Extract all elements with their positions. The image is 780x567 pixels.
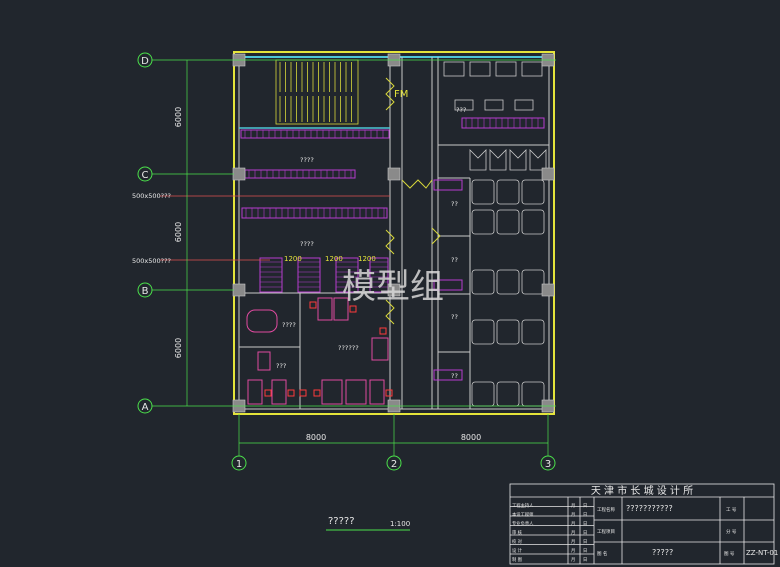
row1-month: 月	[571, 503, 575, 509]
structural-column	[541, 167, 555, 181]
drawing-label: 图 名	[597, 550, 607, 557]
row6-month: 月	[571, 548, 575, 554]
cad-drawing-canvas: D C B A 1 2 3 6000 6000 6000 8000 8000 ?…	[0, 0, 780, 567]
room-label-9: ??	[451, 313, 458, 321]
duct-width-2: 1200	[325, 255, 343, 263]
svg-text:A: A	[142, 402, 149, 413]
role-5: 校 对	[512, 538, 523, 545]
room-label-8: ??	[451, 256, 458, 264]
row6-day: 日	[583, 548, 587, 554]
row3-month: 月	[571, 521, 575, 527]
role-3: 专业负责人	[512, 520, 534, 527]
structural-column	[232, 167, 246, 181]
role-1: 工程主持人	[512, 502, 534, 509]
dim-text-23: 8000	[461, 433, 481, 442]
room-label-6: ???	[456, 106, 466, 114]
svg-text:C: C	[142, 170, 149, 181]
room-label-7: ??	[451, 200, 458, 208]
row4-day: 日	[583, 530, 587, 536]
room-label-5: ???	[276, 362, 286, 370]
row1-day: 日	[583, 503, 587, 509]
company-name: 天 津 市 长 城 设 计 所	[591, 484, 693, 497]
scale-caption-text: ?????	[328, 516, 355, 527]
duct-width-1: 1200	[284, 255, 302, 263]
sheet-label: 图 号	[724, 551, 735, 557]
project-label: 工程名称	[597, 506, 615, 513]
sheet-value: ZZ-NT-01	[746, 549, 778, 557]
sub-label: 工程项目	[597, 528, 615, 535]
phase-label: 分 号	[726, 528, 737, 535]
fm-label: FM	[394, 89, 408, 100]
room-label-2: ????	[300, 240, 314, 248]
row7-month: 月	[571, 557, 575, 563]
svg-text:D: D	[141, 56, 149, 67]
role-2: 本设工程师	[512, 511, 534, 518]
role-7: 制 图	[512, 556, 522, 563]
row2-day: 日	[583, 512, 587, 518]
structural-column	[541, 283, 555, 297]
job-label: 工 号	[726, 507, 737, 513]
duct-note-2: 500x500???	[132, 257, 171, 265]
duct-note-1: 500x500???	[132, 192, 171, 200]
row5-day: 日	[583, 539, 587, 545]
structural-column	[232, 283, 246, 297]
row7-day: 日	[583, 557, 587, 563]
project-value: ???????????	[626, 504, 673, 513]
role-4: 审 核	[512, 529, 523, 536]
duct-width-3: 1200	[358, 255, 376, 263]
svg-text:1: 1	[236, 459, 242, 470]
dim-text-BA: 6000	[174, 338, 183, 358]
dim-text-12: 8000	[306, 433, 326, 442]
svg-text:3: 3	[545, 459, 551, 470]
room-label-3: ????	[282, 321, 296, 329]
role-6: 设 计	[512, 547, 523, 554]
svg-text:2: 2	[391, 459, 397, 470]
row3-day: 日	[583, 521, 587, 527]
dim-text-DC: 6000	[174, 107, 183, 127]
row5-month: 月	[571, 539, 575, 545]
room-label-10: ??	[451, 372, 458, 380]
scale-value: 1:100	[390, 520, 410, 528]
structural-column	[387, 167, 401, 181]
room-label-4: ??????	[338, 344, 359, 352]
svg-text:B: B	[142, 286, 149, 297]
dim-text-CB: 6000	[174, 222, 183, 242]
row4-month: 月	[571, 530, 575, 536]
drawing-value: ?????	[652, 548, 673, 557]
row2-month: 月	[571, 512, 575, 518]
room-label-1: ????	[300, 156, 314, 164]
watermark: 模型组	[342, 267, 444, 307]
